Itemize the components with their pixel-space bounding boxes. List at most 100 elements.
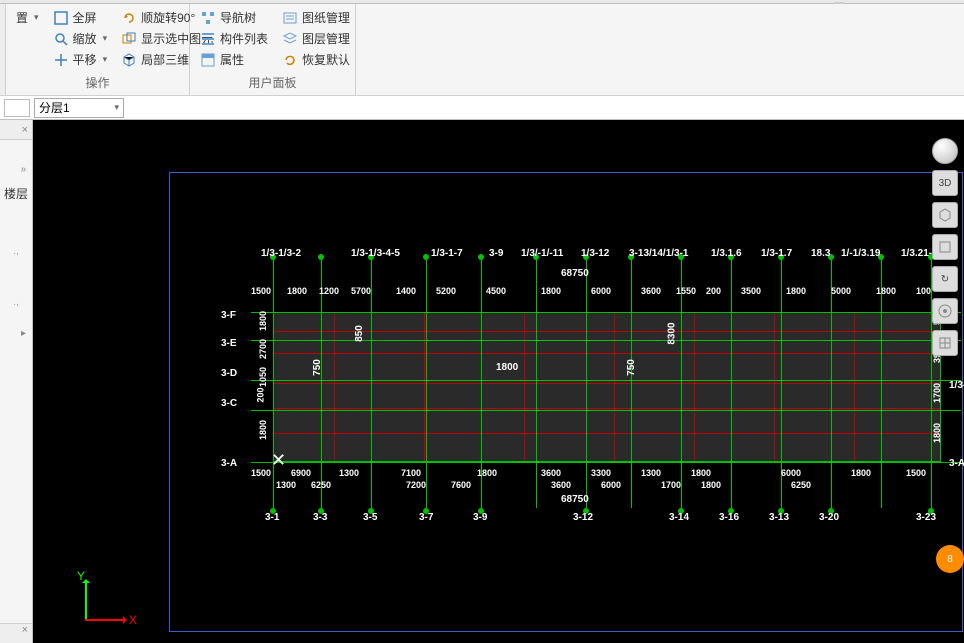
navtree-label: 导航树 <box>220 9 256 26</box>
floor-selector[interactable]: 分层1 ▾ <box>34 98 124 118</box>
axis-label: 3-C <box>221 398 237 409</box>
dim-total-top: 68750 <box>561 268 589 279</box>
drawingmgr-label: 图纸管理 <box>302 9 350 26</box>
pan-label: 平移 <box>73 51 97 68</box>
dim: 8300 <box>667 322 678 344</box>
restoredefault-label: 恢复默认 <box>302 51 350 68</box>
list-icon <box>200 31 216 47</box>
restoredefault-button[interactable]: 恢复默认 <box>278 50 354 69</box>
dim: 1550 <box>676 286 696 296</box>
axis-label: 3-23 <box>916 512 936 523</box>
notification-bubble[interactable]: 8 <box>936 545 964 573</box>
dim: 1500 <box>251 468 271 478</box>
dim: 1800 <box>701 480 721 490</box>
axis-label: 1/3/-1/-11 <box>521 248 563 259</box>
left-side-panel: × » 楼层 ., ., ▸ × <box>0 120 33 643</box>
pan-icon <box>53 52 69 68</box>
set-button[interactable]: 置▾ <box>12 8 43 27</box>
cube-icon <box>937 207 953 223</box>
tree-icon <box>200 10 216 26</box>
rotate90-label: 顺旋转90° <box>141 9 195 26</box>
dim: 100 <box>916 286 931 296</box>
axis-label: 1/3-1/3-4-5 <box>351 248 400 259</box>
navtree-button[interactable]: 导航树 <box>196 8 272 27</box>
dim: 1800 <box>287 286 307 296</box>
axis-label: 3-A <box>949 458 964 469</box>
panel-close-icon[interactable]: × <box>0 120 32 140</box>
fullscreen-button[interactable]: 全屏 <box>49 8 112 27</box>
dim: 1050 <box>258 367 268 387</box>
axis-gizmo: X Y <box>75 571 135 631</box>
expand-icon[interactable]: ▸ <box>2 328 26 339</box>
axis-label: 3-13/14/1/3-1 <box>629 248 689 259</box>
axis-x-label: X <box>129 613 137 627</box>
dim: 1800 <box>691 468 711 478</box>
dim: 6000 <box>591 286 611 296</box>
axis-label: 1/3-B <box>949 380 964 391</box>
floor-prev-button[interactable] <box>4 99 30 117</box>
dim: 4500 <box>486 286 506 296</box>
axis-label: 3-D <box>221 368 237 379</box>
cursor-cross-icon: ✕ <box>271 450 286 471</box>
componentlist-label: 构件列表 <box>220 30 268 47</box>
view-cube-button[interactable] <box>932 202 958 228</box>
cad-viewport[interactable]: 1/3-1/3-2 1/3-1/3-4-5 1/3-1-7 3-9 1/3/-1… <box>33 120 964 643</box>
view-steering-button[interactable] <box>932 298 958 324</box>
group-userpanel-title: 用户面板 <box>196 72 349 91</box>
floor-plan-drawing: 1/3-1/3-2 1/3-1/3-4-5 1/3-1-7 3-9 1/3/-1… <box>251 250 961 522</box>
dim: 1300 <box>276 480 296 490</box>
zoom-button[interactable]: 缩放▾ <box>49 29 112 48</box>
view-3d-button[interactable]: 3D <box>932 170 958 196</box>
panel-floor-label[interactable]: 楼层 <box>2 181 30 206</box>
dim: 1300 <box>339 468 359 478</box>
layermgr-button[interactable]: 图层管理 <box>278 29 354 48</box>
axis-y-label: Y <box>77 569 85 583</box>
hint-box <box>834 2 844 4</box>
properties-button[interactable]: 属性 <box>196 50 272 69</box>
dim: 7100 <box>401 468 421 478</box>
view-box-button[interactable] <box>932 234 958 260</box>
axis-label: 18.3 <box>811 248 830 259</box>
dim: 1800 <box>786 286 806 296</box>
dim: 750 <box>626 359 637 376</box>
dim: 1300 <box>641 468 661 478</box>
dim: 850 <box>354 325 365 342</box>
dim: 2700 <box>258 339 268 359</box>
componentlist-button[interactable]: 构件列表 <box>196 29 272 48</box>
view-refresh-button[interactable]: ↻ <box>932 266 958 292</box>
panel-close-bottom[interactable]: × <box>0 623 32 643</box>
axis-label: 3-1 <box>265 512 279 523</box>
dim: 1200 <box>319 286 339 296</box>
dim: 7200 <box>406 480 426 490</box>
zoom-label: 缩放 <box>73 30 97 47</box>
dim: 6250 <box>791 480 811 490</box>
wheel-icon <box>937 303 953 319</box>
dim: 1800 <box>477 468 497 478</box>
panel-item[interactable]: ., <box>2 297 30 308</box>
showselected-icon <box>121 31 137 47</box>
rotate-icon <box>121 10 137 26</box>
view-grid-button[interactable] <box>932 330 958 356</box>
zoom-icon <box>53 31 69 47</box>
dim: 3600 <box>541 468 561 478</box>
orbit-sphere-button[interactable] <box>932 138 958 164</box>
dim: 1800 <box>258 420 268 440</box>
axis-label: 3-14 <box>669 512 689 523</box>
restore-icon <box>282 52 298 68</box>
drawingmgr-button[interactable]: 图纸管理 <box>278 8 354 27</box>
pan-button[interactable]: 平移▾ <box>49 50 112 69</box>
axis-label: 3-7 <box>419 512 433 523</box>
dim-total-bot: 68750 <box>561 494 589 505</box>
axis-label: 3-3 <box>313 512 327 523</box>
cube-icon <box>121 52 137 68</box>
ribbon-toolbar: 置▾ 全屏 缩放▾ 平移▾ 顺旋转90° <box>0 4 964 96</box>
dim: 5700 <box>351 286 371 296</box>
axis-label: 1/3-1/3-2 <box>261 248 301 259</box>
dim: 6250 <box>311 480 331 490</box>
collapse-icon[interactable]: » <box>2 164 26 175</box>
panel-item[interactable]: ., <box>2 246 30 257</box>
layers-icon <box>282 31 298 47</box>
axis-label: 1/3-1.7 <box>761 248 792 259</box>
dim: 750 <box>312 359 323 376</box>
dim: 1500 <box>251 286 271 296</box>
